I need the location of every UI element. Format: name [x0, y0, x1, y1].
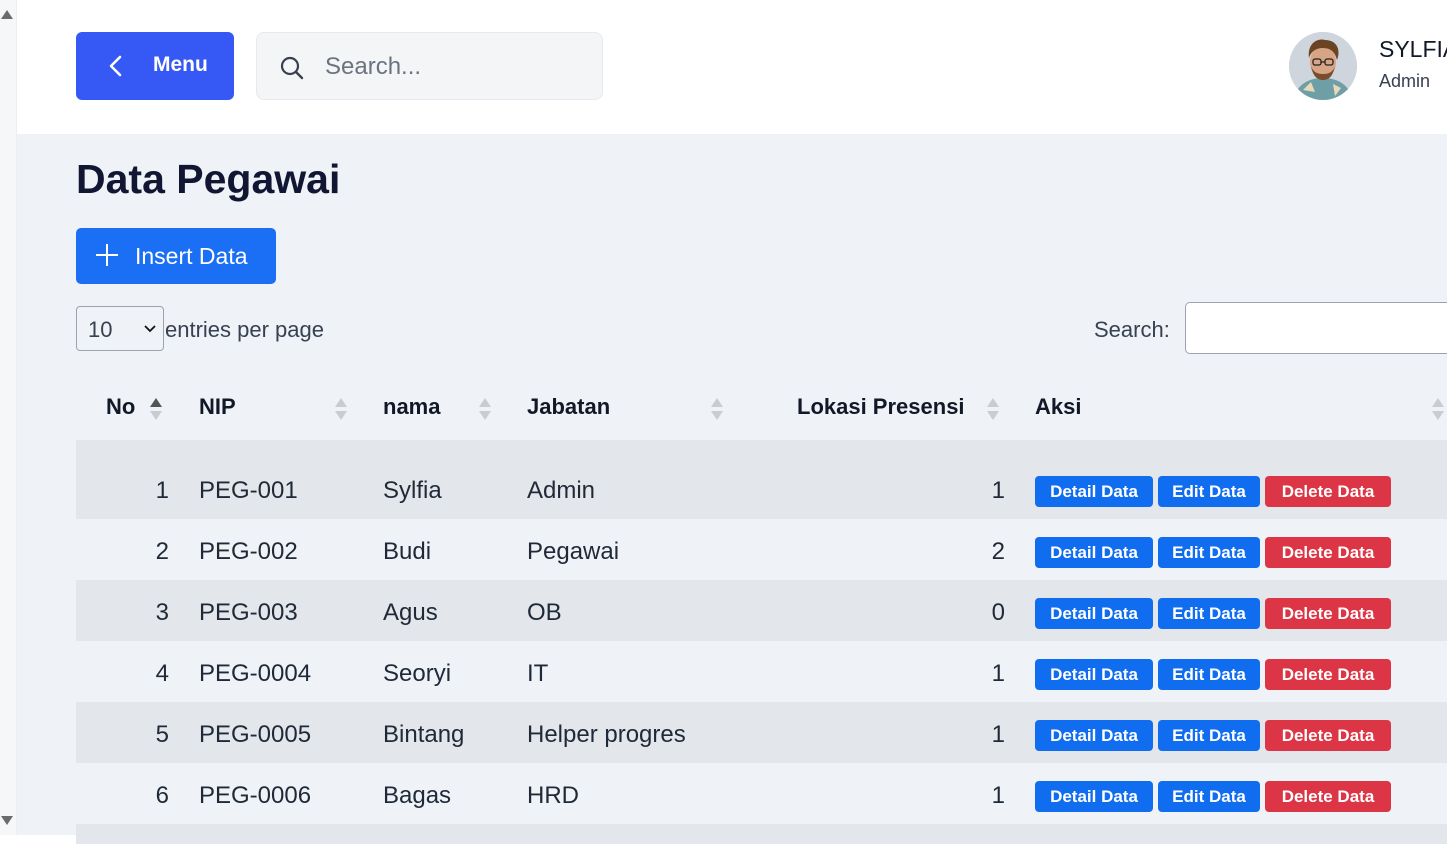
sort-icon[interactable] — [711, 396, 723, 422]
edit-data-button[interactable]: Edit Data — [1158, 720, 1260, 751]
user-name: SYLFIA — [1379, 36, 1447, 62]
plus-icon — [96, 244, 118, 266]
detail-data-button[interactable]: Detail Data — [1035, 720, 1153, 751]
user-role: Admin — [1379, 71, 1431, 91]
edit-data-button[interactable]: Edit Data — [1158, 598, 1260, 629]
table-row-partial — [76, 824, 1447, 844]
header-search[interactable] — [256, 32, 603, 100]
sort-icon[interactable] — [1432, 396, 1444, 422]
table-row: 1 PEG-001 Sylfia Admin 1 Detail Data Edi… — [76, 440, 1447, 519]
menu-button-label: Menu — [153, 53, 208, 76]
column-header-aksi[interactable]: Aksi — [1035, 394, 1081, 420]
edit-data-button[interactable]: Edit Data — [1158, 659, 1260, 690]
cell-lokasi-presensi: 2 — [991, 538, 1005, 565]
sort-icon[interactable] — [479, 396, 491, 422]
table-body: 1 PEG-001 Sylfia Admin 1 Detail Data Edi… — [76, 440, 1447, 844]
cell-lokasi-presensi: 1 — [991, 660, 1005, 687]
search-icon — [280, 56, 304, 80]
employee-table: No NIP nama Jabatan Lokasi Presensi Aksi… — [76, 374, 1447, 844]
page-title: Data Pegawai — [76, 156, 341, 202]
chevron-down-icon — [144, 325, 156, 333]
delete-data-button[interactable]: Delete Data — [1265, 537, 1391, 568]
sort-icon[interactable] — [335, 396, 347, 422]
cell-lokasi-presensi: 0 — [991, 599, 1005, 626]
detail-data-button[interactable]: Detail Data — [1035, 537, 1153, 568]
header-search-input[interactable] — [323, 49, 587, 85]
entries-per-page-select[interactable]: 10 — [76, 306, 164, 351]
table-search-input[interactable] — [1185, 302, 1447, 354]
cell-lokasi-presensi: 1 — [991, 782, 1005, 809]
table-row: 2 PEG-002 Budi Pegawai 2 Detail Data Edi… — [76, 519, 1447, 580]
column-header-lokasi-presensi[interactable]: Lokasi Presensi — [797, 394, 965, 420]
detail-data-button[interactable]: Detail Data — [1035, 598, 1153, 629]
table-row: 3 PEG-003 Agus OB 0 Detail Data Edit Dat… — [76, 580, 1447, 641]
sort-asc-icon[interactable] — [150, 396, 162, 422]
delete-data-button[interactable]: Delete Data — [1265, 476, 1391, 507]
table-header: No NIP nama Jabatan Lokasi Presensi Aksi — [76, 374, 1447, 440]
scroll-down-arrow-icon[interactable] — [1, 816, 13, 825]
edit-data-button[interactable]: Edit Data — [1158, 537, 1260, 568]
chevron-left-icon — [109, 55, 122, 77]
delete-data-button[interactable]: Delete Data — [1265, 720, 1391, 751]
scroll-up-arrow-icon[interactable] — [1, 10, 13, 19]
column-header-no[interactable]: No — [106, 394, 135, 420]
column-header-nama[interactable]: nama — [383, 394, 440, 420]
top-header: Menu SYLFIA Admin — [17, 0, 1447, 134]
table-row: 6 PEG-0006 Bagas HRD 1 Detail Data Edit … — [76, 763, 1447, 824]
menu-button[interactable]: Menu — [76, 32, 234, 100]
delete-data-button[interactable]: Delete Data — [1265, 598, 1391, 629]
detail-data-button[interactable]: Detail Data — [1035, 659, 1153, 690]
main-content: Data Pegawai Insert Data 10 entries per … — [17, 134, 1447, 844]
user-avatar-image — [1289, 32, 1357, 100]
table-search-label: Search: — [1094, 317, 1170, 342]
delete-data-button[interactable]: Delete Data — [1265, 781, 1391, 812]
column-header-jabatan[interactable]: Jabatan — [527, 394, 610, 420]
cell-lokasi-presensi: 1 — [991, 721, 1005, 748]
entries-selected-value: 10 — [88, 317, 113, 342]
entries-per-page-label: entries per page — [165, 317, 324, 342]
edit-data-button[interactable]: Edit Data — [1158, 476, 1260, 507]
column-header-nip[interactable]: NIP — [199, 394, 236, 420]
insert-data-button[interactable]: Insert Data — [76, 228, 276, 284]
detail-data-button[interactable]: Detail Data — [1035, 781, 1153, 812]
insert-data-label: Insert Data — [135, 243, 248, 269]
avatar[interactable] — [1289, 32, 1357, 100]
cell-lokasi-presensi: 1 — [991, 477, 1005, 504]
left-scrollbar[interactable] — [0, 0, 17, 835]
delete-data-button[interactable]: Delete Data — [1265, 659, 1391, 690]
detail-data-button[interactable]: Detail Data — [1035, 476, 1153, 507]
edit-data-button[interactable]: Edit Data — [1158, 781, 1260, 812]
table-row: 4 PEG-0004 Seoryi IT 1 Detail Data Edit … — [76, 641, 1447, 702]
sort-icon[interactable] — [987, 396, 999, 422]
table-row: 5 PEG-0005 Bintang Helper progres 1 Deta… — [76, 702, 1447, 763]
